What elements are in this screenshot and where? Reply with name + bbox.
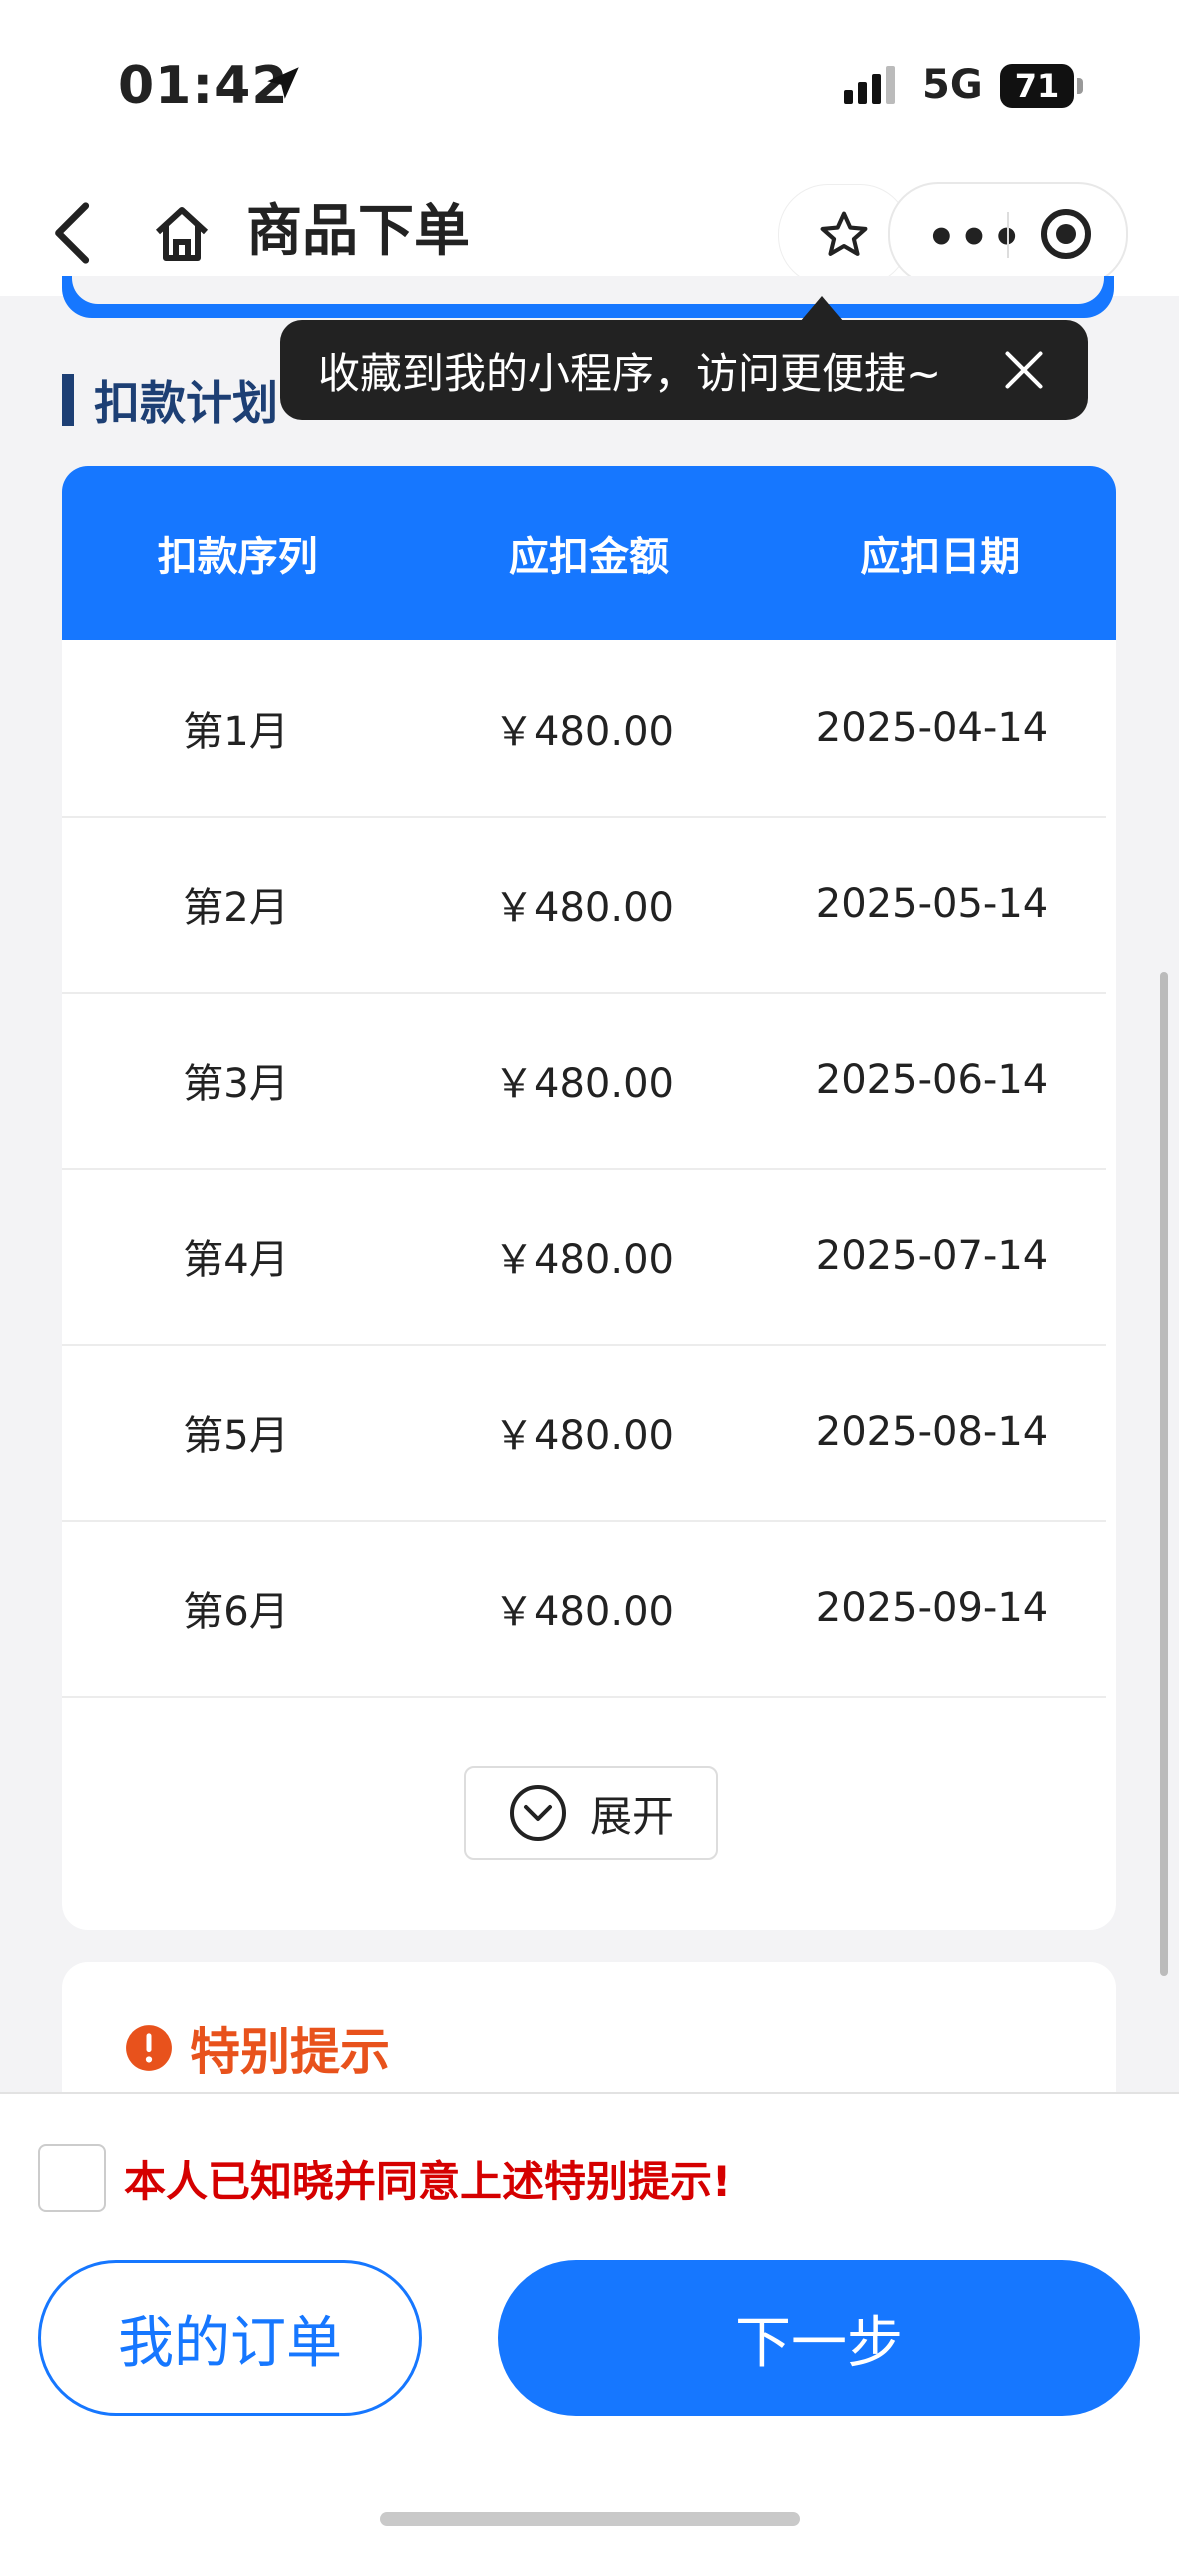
cell-date: 2025-07-14 — [815, 1233, 1049, 1279]
cell-seq: 第2月 — [183, 885, 289, 931]
cell-amount: ￥480.00 — [494, 1237, 674, 1283]
header-date: 应扣日期 — [860, 534, 1021, 580]
table-row: 第5月 ￥480.00 2025-08-14 — [62, 1344, 1106, 1522]
scrollbar[interactable] — [1160, 972, 1168, 1976]
deduction-schedule-card: 扣款序列 应扣金额 应扣日期 第1月 ￥480.00 2025-04-14 第2… — [62, 466, 1116, 1930]
cell-seq: 第5月 — [183, 1413, 289, 1459]
cell-amount: ￥480.00 — [494, 1589, 674, 1635]
table-row: 第2月 ￥480.00 2025-05-14 — [62, 816, 1106, 994]
mini-program-capsule: ••• — [888, 182, 1128, 286]
cell-date: 2025-05-14 — [815, 881, 1049, 927]
cell-amount: ￥480.00 — [494, 885, 674, 931]
cell-amount: ￥480.00 — [494, 709, 674, 755]
chevron-down-circle-icon — [509, 1785, 566, 1841]
star-icon — [820, 211, 868, 256]
status-bar: 01:42 5G 71 — [0, 0, 1179, 170]
home-icon[interactable] — [150, 202, 214, 266]
expand-label: 展开 — [589, 1791, 674, 1841]
page-title: 商品下单 — [246, 199, 470, 264]
bottom-action-panel: 本人已知晓并同意上述特别提示! 我的订单 下一步 — [0, 2092, 1179, 2558]
table-row: 第4月 ￥480.00 2025-07-14 — [62, 1168, 1106, 1346]
cell-date: 2025-04-14 — [815, 705, 1049, 751]
table-header: 扣款序列 应扣金额 应扣日期 — [62, 466, 1116, 640]
back-icon[interactable] — [46, 200, 106, 266]
my-orders-button[interactable]: 我的订单 — [38, 2260, 422, 2416]
tips-title-text: 特别提示 — [190, 2023, 390, 2081]
next-step-button[interactable]: 下一步 — [498, 2260, 1140, 2416]
more-icon[interactable]: ••• — [926, 210, 1024, 266]
close-icon[interactable] — [1002, 348, 1046, 392]
section-accent-bar — [62, 374, 74, 426]
agree-text: 本人已知晓并同意上述特别提示! — [124, 2156, 732, 2206]
cell-amount: ￥480.00 — [494, 1413, 674, 1459]
header-amount: 应扣金额 — [508, 534, 669, 580]
battery-level: 71 — [1014, 67, 1060, 105]
cell-seq: 第1月 — [183, 709, 289, 755]
agree-checkbox[interactable] — [38, 2144, 106, 2212]
capsule-divider — [1007, 212, 1009, 258]
tooltip-arrow — [800, 296, 844, 322]
cellular-signal-icon — [844, 66, 895, 104]
alert-icon — [126, 2025, 172, 2071]
section-title: 扣款计划 — [62, 370, 278, 430]
table-row: 第3月 ￥480.00 2025-06-14 — [62, 992, 1106, 1170]
close-mini-program-icon[interactable] — [1038, 206, 1094, 262]
table-row: 第1月 ￥480.00 2025-04-14 — [62, 640, 1106, 818]
cell-seq: 第6月 — [183, 1589, 289, 1635]
battery-icon: 71 — [1000, 64, 1074, 108]
tooltip-text: 收藏到我的小程序，访问更便捷~ — [318, 348, 942, 398]
expand-button[interactable]: 展开 — [464, 1766, 718, 1860]
header-seq: 扣款序列 — [157, 534, 318, 580]
location-arrow-icon — [267, 67, 299, 99]
battery-cap — [1077, 78, 1083, 94]
previous-card-edge — [62, 276, 1114, 318]
section-title-text: 扣款计划 — [94, 376, 278, 430]
tips-title: 特别提示 — [124, 2012, 390, 2084]
home-indicator — [380, 2512, 800, 2526]
cell-date: 2025-08-14 — [815, 1409, 1049, 1455]
cell-seq: 第3月 — [183, 1061, 289, 1107]
cell-date: 2025-09-14 — [815, 1585, 1049, 1631]
favorite-tooltip: 收藏到我的小程序，访问更便捷~ — [280, 320, 1088, 420]
agreement-row: 本人已知晓并同意上述特别提示! — [38, 2144, 731, 2212]
network-type: 5G — [922, 62, 983, 108]
table-row: 第6月 ￥480.00 2025-09-14 — [62, 1520, 1106, 1698]
cell-seq: 第4月 — [183, 1237, 289, 1283]
cell-date: 2025-06-14 — [815, 1057, 1049, 1103]
cell-amount: ￥480.00 — [494, 1061, 674, 1107]
